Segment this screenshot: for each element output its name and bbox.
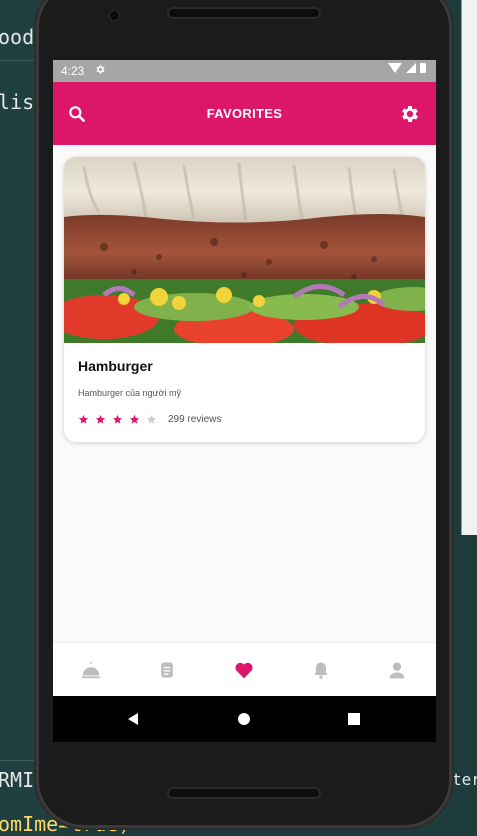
nav-item-meals[interactable]: [77, 656, 105, 684]
editor-text: ter: [452, 770, 477, 789]
app-bar: FAVORITES: [53, 82, 436, 145]
editor-text: RMI: [0, 768, 35, 792]
system-navigation-bar: [53, 696, 436, 742]
nav-item-profile[interactable]: [383, 656, 411, 684]
home-icon: [238, 713, 250, 725]
back-icon: [128, 713, 138, 725]
search-button[interactable]: [63, 100, 91, 128]
settings-notification-icon: [95, 63, 106, 78]
star-filled-icon: [129, 414, 140, 424]
recents-button[interactable]: [345, 710, 363, 728]
earpiece-speaker: [167, 7, 321, 19]
star-empty-icon: [146, 414, 157, 424]
app-screen: 4:23 FAVORITES Hamburger Hamburger của n…: [53, 60, 436, 742]
page-title: FAVORITES: [206, 106, 283, 121]
settings-button[interactable]: [396, 100, 424, 128]
review-count: 299 reviews: [168, 414, 222, 425]
star-rating: 299 reviews: [78, 414, 221, 425]
status-time: 4:23: [61, 64, 85, 78]
hamburger-photo: [64, 157, 425, 343]
back-button[interactable]: [124, 710, 142, 728]
star-filled-icon: [112, 414, 123, 424]
heart-icon: [235, 662, 253, 679]
favorite-card[interactable]: Hamburger Hamburger của người mỹ 299 rev…: [64, 157, 425, 442]
nav-item-orders[interactable]: [153, 656, 181, 684]
status-bar: 4:23: [53, 60, 436, 82]
profile-icon: [389, 662, 405, 679]
home-button[interactable]: [235, 710, 253, 728]
bottom-speaker: [167, 787, 321, 799]
favorite-description: Hamburger của người mỹ: [78, 388, 181, 398]
cell-signal-icon: [406, 63, 416, 73]
bottom-navigation: [53, 642, 436, 697]
nav-item-favorites[interactable]: [230, 656, 258, 684]
nav-item-notifications[interactable]: [307, 656, 335, 684]
search-icon: [69, 106, 85, 122]
battery-icon: [420, 63, 426, 73]
bell-icon: [314, 662, 328, 679]
star-filled-icon: [78, 414, 89, 424]
front-camera: [109, 10, 120, 21]
gear-icon: [402, 106, 418, 122]
editor-side-panel: [461, 0, 477, 535]
editor-text: ood: [0, 25, 35, 49]
star-filled-icon: [95, 414, 106, 424]
document-icon: [161, 662, 173, 678]
favorite-title: Hamburger: [78, 358, 153, 374]
food-cloche-icon: [81, 661, 101, 679]
recents-icon: [348, 713, 360, 725]
wifi-icon: [388, 63, 402, 73]
